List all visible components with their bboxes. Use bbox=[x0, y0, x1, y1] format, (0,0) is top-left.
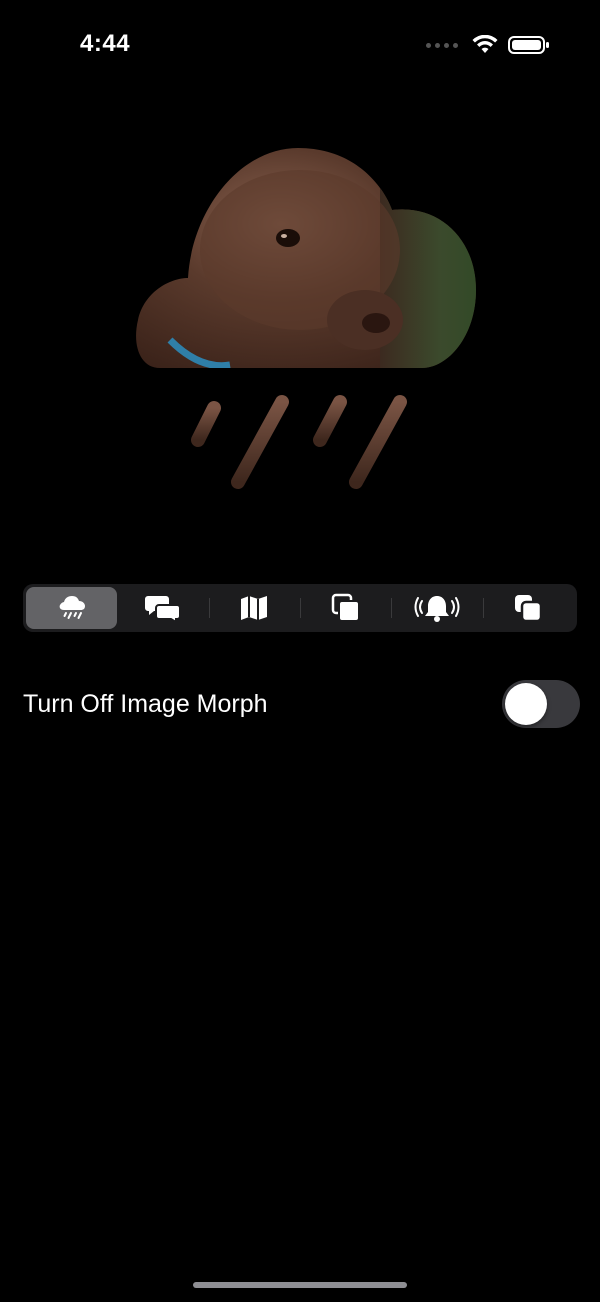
status-icons bbox=[426, 35, 550, 55]
chat-bubbles-icon bbox=[144, 596, 181, 623]
status-bar: 4:44 bbox=[0, 0, 600, 90]
square-stack-icon bbox=[331, 593, 360, 622]
symbol-segmented-control[interactable] bbox=[23, 584, 577, 632]
image-morph-setting-row: Turn Off Image Morph bbox=[23, 676, 580, 732]
status-time: 4:44 bbox=[80, 30, 131, 57]
segment-map[interactable] bbox=[208, 587, 300, 629]
segment-square-stack[interactable] bbox=[299, 587, 391, 629]
square-on-square-icon bbox=[515, 595, 543, 623]
segment-square-on-square[interactable] bbox=[482, 587, 574, 629]
cloud-rain-icon bbox=[59, 596, 85, 619]
segment-chat[interactable] bbox=[117, 587, 208, 629]
image-morph-toggle[interactable] bbox=[502, 680, 580, 728]
signal-icon bbox=[426, 42, 458, 48]
battery-icon bbox=[508, 36, 549, 54]
toggle-knob bbox=[505, 683, 547, 725]
home-indicator[interactable] bbox=[193, 1282, 407, 1288]
wifi-icon bbox=[472, 35, 498, 53]
cloud-rain-morph-image bbox=[136, 148, 477, 489]
bell-ringing-icon bbox=[414, 596, 460, 622]
image-morph-label: Turn Off Image Morph bbox=[23, 689, 268, 718]
map-icon bbox=[241, 596, 268, 620]
segment-cloud-rain[interactable] bbox=[26, 587, 118, 629]
segment-bell[interactable] bbox=[391, 587, 482, 629]
rain-drops bbox=[191, 395, 407, 489]
